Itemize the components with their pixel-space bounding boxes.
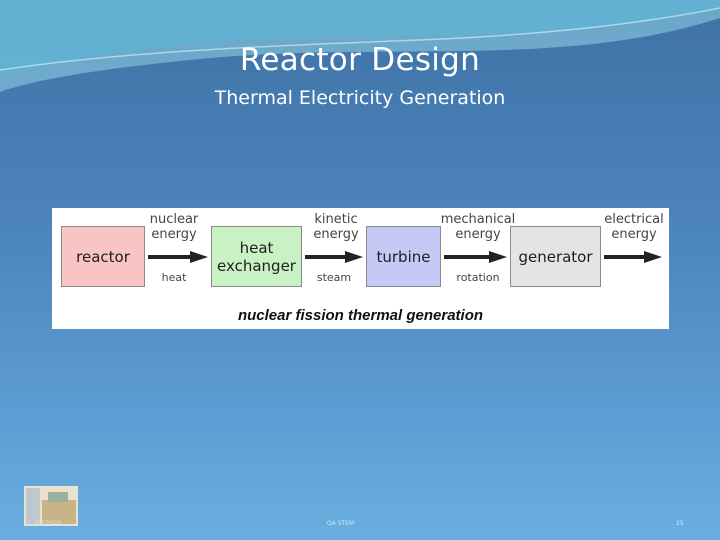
slide-subtitle: Thermal Electricity Generation bbox=[214, 87, 506, 109]
arrow-right-icon bbox=[305, 251, 363, 263]
turbine-box: turbine bbox=[366, 226, 441, 287]
footer-date: 2/7/2020 bbox=[34, 520, 61, 527]
footer-center: QA STEM bbox=[327, 520, 355, 527]
heat-exchanger-box: heat exchanger bbox=[211, 226, 302, 287]
diagram-caption: nuclear fission thermal generation bbox=[237, 307, 484, 324]
heat-exchanger-label: heat exchanger bbox=[217, 238, 296, 275]
turbine-label: turbine bbox=[376, 247, 431, 266]
slide: Reactor Design Thermal Electricity Gener… bbox=[0, 0, 720, 540]
slide-title: Reactor Design bbox=[239, 42, 481, 78]
arrow-right-icon bbox=[148, 251, 208, 263]
energy-label-kinetic: kinetic energy bbox=[313, 212, 359, 242]
energy-label-nuclear: nuclear energy bbox=[149, 212, 199, 242]
generator-label: generator bbox=[518, 247, 593, 266]
arrow-right-icon bbox=[444, 251, 507, 263]
transfer-label-steam: steam bbox=[316, 271, 352, 284]
transfer-label-rotation: rotation bbox=[456, 271, 500, 284]
energy-flow-diagram: nuclear energy kinetic energy mechanical… bbox=[52, 208, 669, 329]
reactor-box: reactor bbox=[61, 226, 145, 287]
transfer-label-heat: heat bbox=[161, 271, 187, 284]
footer-page-number: 25 bbox=[676, 520, 684, 527]
generator-box: generator bbox=[510, 226, 601, 287]
arrow-right-icon bbox=[604, 251, 662, 263]
reactor-label: reactor bbox=[76, 247, 130, 266]
energy-label-electrical: electrical energy bbox=[604, 212, 664, 242]
